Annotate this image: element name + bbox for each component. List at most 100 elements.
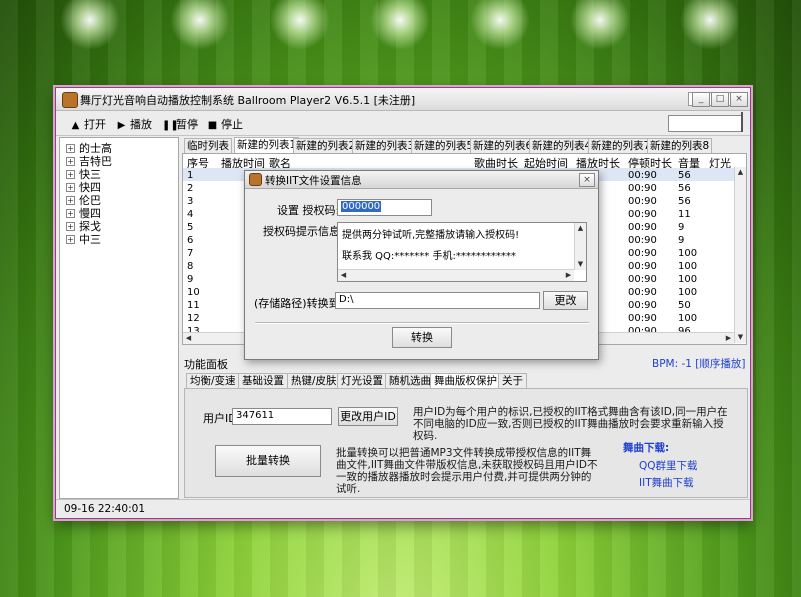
tab-about[interactable]: 关于	[498, 373, 527, 388]
row-index: 4	[187, 209, 194, 220]
hint-horizontal-scrollbar[interactable]: ◀ ▶	[338, 269, 574, 281]
row-index: 5	[187, 222, 194, 233]
change-path-button[interactable]: 更改	[543, 291, 588, 310]
expand-icon[interactable]: +	[66, 183, 75, 192]
copyright-panel: 用户ID: 347611 更改用户ID 用户ID为每个用户的标识,已授权的IIT…	[184, 388, 748, 498]
user-id-description: 用户ID为每个用户的标识,已授权的IIT格式舞曲含有该ID,同一用户在不同电脑的…	[413, 406, 728, 442]
dialog-separator	[255, 322, 589, 324]
iit-download-link[interactable]: IIT舞曲下载	[639, 475, 694, 490]
qq-group-download-link[interactable]: QQ群里下载	[639, 458, 698, 473]
auth-code-label: 设置 授权码:	[277, 204, 340, 217]
row-index: 9	[187, 274, 194, 285]
play-mode-toggle[interactable]: [顺序播放]	[695, 358, 745, 370]
tab-list-3[interactable]: 新建的列表3	[352, 138, 418, 153]
play-button[interactable]: ▶ 播放	[116, 116, 152, 132]
status-datetime: 09-16 22:40:01	[64, 503, 146, 515]
tab-eq-speed[interactable]: 均衡/变速	[186, 373, 240, 388]
dialog-title-bar[interactable]: 转换IIT文件设置信息 ×	[245, 171, 598, 189]
expand-icon[interactable]: +	[66, 209, 75, 218]
hint-textarea[interactable]: 提供两分钟试听,完整播放请输入授权码! 联系我 QQ:******* 手机:**…	[337, 222, 587, 282]
row-volume: 11	[678, 209, 691, 220]
row-pause-length: 00:90	[628, 222, 657, 233]
user-id-field[interactable]: 347611	[232, 408, 332, 425]
scroll-up-icon[interactable]: ▲	[575, 223, 586, 234]
scroll-left-icon[interactable]: ◀	[338, 270, 349, 281]
hint-vertical-scrollbar[interactable]: ▲ ▼	[574, 223, 586, 270]
open-button[interactable]: ▲ 打开	[70, 116, 106, 132]
auth-code-field[interactable]: 000000	[337, 199, 432, 216]
tab-hotkey-skin[interactable]: 热键/皮肤	[287, 373, 341, 388]
status-bar: 09-16 22:40:01	[56, 499, 750, 518]
expand-icon[interactable]: +	[66, 144, 75, 153]
row-pause-length: 00:90	[628, 248, 657, 259]
row-index: 1	[187, 170, 194, 181]
tab-temp-list[interactable]: 临时列表	[184, 138, 232, 153]
minimize-button[interactable]: _	[692, 92, 710, 107]
eject-icon: ▲	[71, 120, 80, 131]
tab-list-8[interactable]: 新建的列表8	[647, 138, 713, 153]
stop-button[interactable]: ■ 停止	[207, 116, 243, 132]
tab-copyright-protect[interactable]: 舞曲版权保护	[430, 373, 501, 388]
tab-list-4[interactable]: 新建的列表4	[529, 138, 595, 153]
dialog-close-button[interactable]: ×	[579, 173, 595, 187]
table-vertical-scrollbar[interactable]: ▲ ▼	[734, 167, 746, 343]
expand-icon[interactable]: +	[66, 157, 75, 166]
maximize-button[interactable]: □	[711, 92, 729, 107]
expand-icon[interactable]: +	[66, 235, 75, 244]
dialog-title: 转换IIT文件设置信息	[265, 175, 362, 187]
download-title: 舞曲下载:	[623, 442, 670, 454]
row-volume: 9	[678, 222, 685, 233]
window-title: 舞厅灯光音响自动播放控制系统 Ballroom Player2 V6.5.1 […	[80, 94, 416, 107]
row-volume: 56	[678, 170, 691, 181]
scroll-left-icon[interactable]: ◀	[183, 333, 194, 344]
tab-list-6[interactable]: 新建的列表6	[470, 138, 536, 153]
storage-path-field[interactable]: D:\	[335, 292, 540, 309]
tab-list-1[interactable]: 新建的列表1	[234, 137, 300, 153]
iit-convert-dialog: 转换IIT文件设置信息 × 设置 授权码: 000000 授权码提示信息: 提供…	[244, 170, 599, 360]
scroll-right-icon[interactable]: ▶	[723, 333, 734, 344]
row-volume: 50	[678, 300, 691, 311]
bpm-value: BPM: -1	[652, 358, 692, 370]
scroll-down-icon[interactable]: ▼	[735, 332, 746, 343]
row-index: 8	[187, 261, 194, 272]
close-button[interactable]: ×	[730, 92, 748, 107]
play-label: 播放	[130, 118, 152, 131]
row-volume: 100	[678, 248, 698, 259]
row-index: 2	[187, 183, 194, 194]
expand-icon[interactable]: +	[66, 196, 75, 205]
convert-button[interactable]: 转换	[392, 327, 452, 348]
batch-convert-button[interactable]: 批量转换	[215, 445, 321, 477]
row-index: 6	[187, 235, 194, 246]
row-pause-length: 00:90	[628, 196, 657, 207]
function-panel-label: 功能面板	[184, 358, 228, 371]
scroll-down-icon[interactable]: ▼	[575, 259, 586, 270]
hint-line-2: 联系我 QQ:******* 手机:************	[342, 251, 516, 262]
app-logo-icon	[62, 92, 78, 108]
change-user-id-button[interactable]: 更改用户ID	[338, 407, 398, 426]
expand-icon[interactable]: +	[66, 170, 75, 179]
expand-icon[interactable]: +	[66, 222, 75, 231]
tab-list-5[interactable]: 新建的列表5	[411, 138, 477, 153]
scroll-right-icon[interactable]: ▶	[563, 270, 574, 281]
tab-random-select[interactable]: 随机选曲	[385, 373, 435, 388]
row-volume: 100	[678, 287, 698, 298]
row-index: 12	[187, 313, 200, 324]
pause-button[interactable]: ❚❚暂停	[162, 116, 198, 132]
scroll-up-icon[interactable]: ▲	[735, 167, 746, 178]
dialog-icon	[249, 173, 262, 186]
stop-icon: ■	[207, 120, 218, 131]
title-bar[interactable]: 舞厅灯光音响自动播放控制系统 Ballroom Player2 V6.5.1 […	[56, 88, 750, 111]
function-tabs: 均衡/变速 基础设置 热键/皮肤 灯光设置 随机选曲 舞曲版权保护 关于	[184, 373, 744, 389]
row-volume: 100	[678, 261, 698, 272]
dance-category-tree: + 的士高 + 吉特巴 + 快三 + 快四 + 伦巴 + 慢四 + 探戈 + 中三	[59, 137, 179, 499]
row-index: 11	[187, 300, 200, 311]
tab-basic-settings[interactable]: 基础设置	[238, 373, 288, 388]
row-volume: 100	[678, 274, 698, 285]
tab-light-settings[interactable]: 灯光设置	[337, 373, 387, 388]
volume-slider[interactable]	[668, 112, 743, 132]
tab-list-2[interactable]: 新建的列表2	[293, 138, 359, 153]
row-pause-length: 00:90	[628, 261, 657, 272]
tab-list-7[interactable]: 新建的列表7	[588, 138, 654, 153]
tree-item[interactable]: + 中三	[66, 231, 101, 247]
play-icon: ▶	[117, 120, 126, 131]
